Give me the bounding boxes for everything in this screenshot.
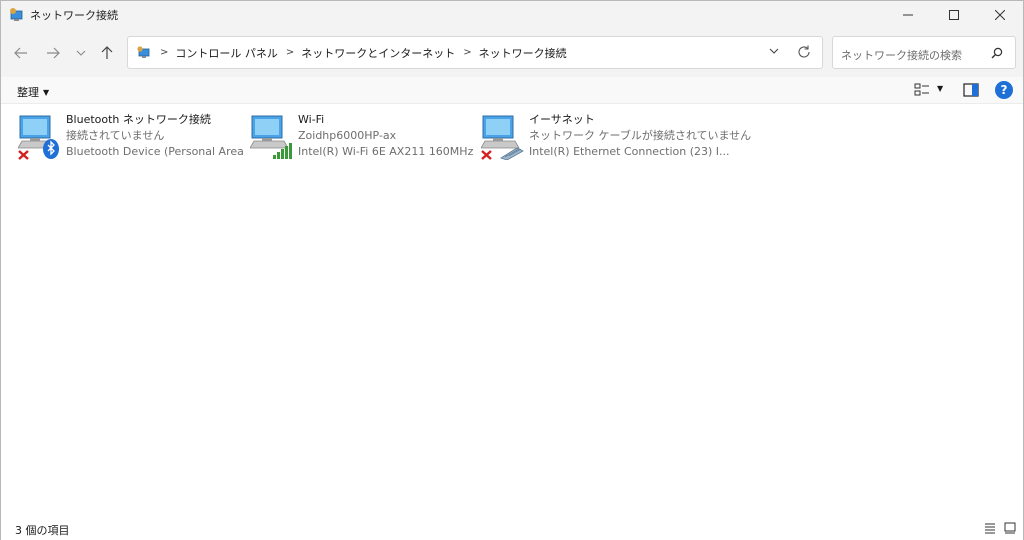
large-icons-view-icon[interactable]: [1004, 522, 1016, 534]
error-x-icon: [481, 150, 492, 160]
navigation-bar: > コントロール パネル > ネットワークとインターネット > ネットワーク接続…: [1, 29, 1023, 77]
ethernet-cable-icon: [500, 147, 524, 160]
breadcrumb-separator-icon[interactable]: >: [160, 47, 168, 58]
address-bar[interactable]: > コントロール パネル > ネットワークとインターネット > ネットワーク接続: [127, 36, 823, 69]
connection-device: Bluetooth Device (Personal Area ...: [66, 145, 248, 158]
breadcrumb-network-connections[interactable]: ネットワーク接続: [479, 45, 567, 61]
connection-device: Intel(R) Ethernet Connection (23) I...: [529, 145, 730, 158]
network-adapter-icon: [250, 115, 292, 159]
connection-status: Zoidhp6000HP-ax: [298, 129, 397, 142]
bluetooth-icon: [43, 139, 59, 159]
network-location-icon: [137, 45, 150, 58]
item-count: 3 個の項目: [15, 524, 70, 537]
arrow-up-icon: [101, 46, 113, 59]
network-connections-app-icon: [10, 8, 23, 21]
preview-pane-button[interactable]: [963, 83, 979, 100]
details-view-icon[interactable]: [984, 522, 996, 534]
breadcrumb-separator-icon[interactable]: >: [463, 47, 471, 58]
connection-item-ethernet[interactable]: イーサネット ネットワーク ケーブルが接続されていません Intel(R) Et…: [481, 112, 751, 162]
search-placeholder[interactable]: ネットワーク接続の検索: [841, 47, 962, 63]
caret-down-icon: ▼: [43, 87, 50, 97]
search-icon[interactable]: [991, 47, 1003, 59]
close-icon: [995, 10, 1005, 20]
arrow-left-icon: [14, 47, 27, 59]
organize-menu-button[interactable]: 整理 ▼: [17, 84, 49, 100]
address-history-chevron-icon[interactable]: [768, 45, 780, 57]
back-button[interactable]: [9, 41, 33, 65]
help-button[interactable]: ?: [995, 81, 1013, 99]
refresh-icon[interactable]: [796, 44, 812, 60]
connection-item-wifi[interactable]: Wi-Fi Zoidhp6000HP-ax Intel(R) Wi-Fi 6E …: [250, 112, 480, 162]
maximize-icon: [949, 10, 959, 20]
minimize-icon: [903, 14, 913, 16]
change-view-button[interactable]: [914, 83, 930, 97]
network-adapter-icon: [18, 115, 59, 160]
window-title: ネットワーク接続: [30, 9, 118, 22]
explorer-window: ネットワーク接続 > コントロール パネル > ネットワークとインターネット >…: [0, 0, 1024, 540]
connection-name: イーサネット: [529, 113, 595, 126]
organize-label: 整理: [17, 86, 39, 99]
command-bar: 整理 ▼ ▼ ?: [1, 77, 1023, 104]
breadcrumb-network-internet[interactable]: ネットワークとインターネット: [301, 45, 455, 61]
connection-status: 接続されていません: [66, 129, 165, 142]
minimize-button[interactable]: [885, 1, 931, 29]
connection-status: ネットワーク ケーブルが接続されていません: [529, 129, 752, 142]
preview-pane-icon: [963, 83, 979, 97]
network-adapter-icon: [481, 115, 524, 160]
chevron-down-icon: [76, 50, 86, 56]
close-button[interactable]: [977, 1, 1023, 29]
breadcrumb-separator-icon[interactable]: >: [286, 47, 294, 58]
view-options-icon: [914, 83, 929, 96]
connection-name: Wi-Fi: [298, 113, 325, 126]
error-x-icon: [18, 150, 29, 160]
connection-item-bluetooth[interactable]: Bluetooth ネットワーク接続 接続されていません Bluetooth D…: [18, 112, 248, 162]
maximize-button[interactable]: [931, 1, 977, 29]
connection-device: Intel(R) Wi-Fi 6E AX211 160MHz: [298, 145, 474, 158]
connection-name: Bluetooth ネットワーク接続: [66, 113, 211, 126]
title-bar: ネットワーク接続: [1, 1, 1023, 29]
search-box[interactable]: ネットワーク接続の検索: [832, 36, 1016, 69]
recent-locations-button[interactable]: [69, 41, 93, 65]
breadcrumb-control-panel[interactable]: コントロール パネル: [175, 45, 278, 61]
view-dropdown-caret-icon[interactable]: ▼: [937, 84, 943, 93]
status-bar: 3 個の項目: [1, 516, 1023, 540]
connections-list: Bluetooth ネットワーク接続 接続されていません Bluetooth D…: [1, 104, 1023, 516]
arrow-right-icon: [47, 47, 60, 59]
forward-button[interactable]: [41, 41, 65, 65]
help-icon: ?: [1000, 83, 1008, 97]
up-button[interactable]: [95, 41, 119, 65]
